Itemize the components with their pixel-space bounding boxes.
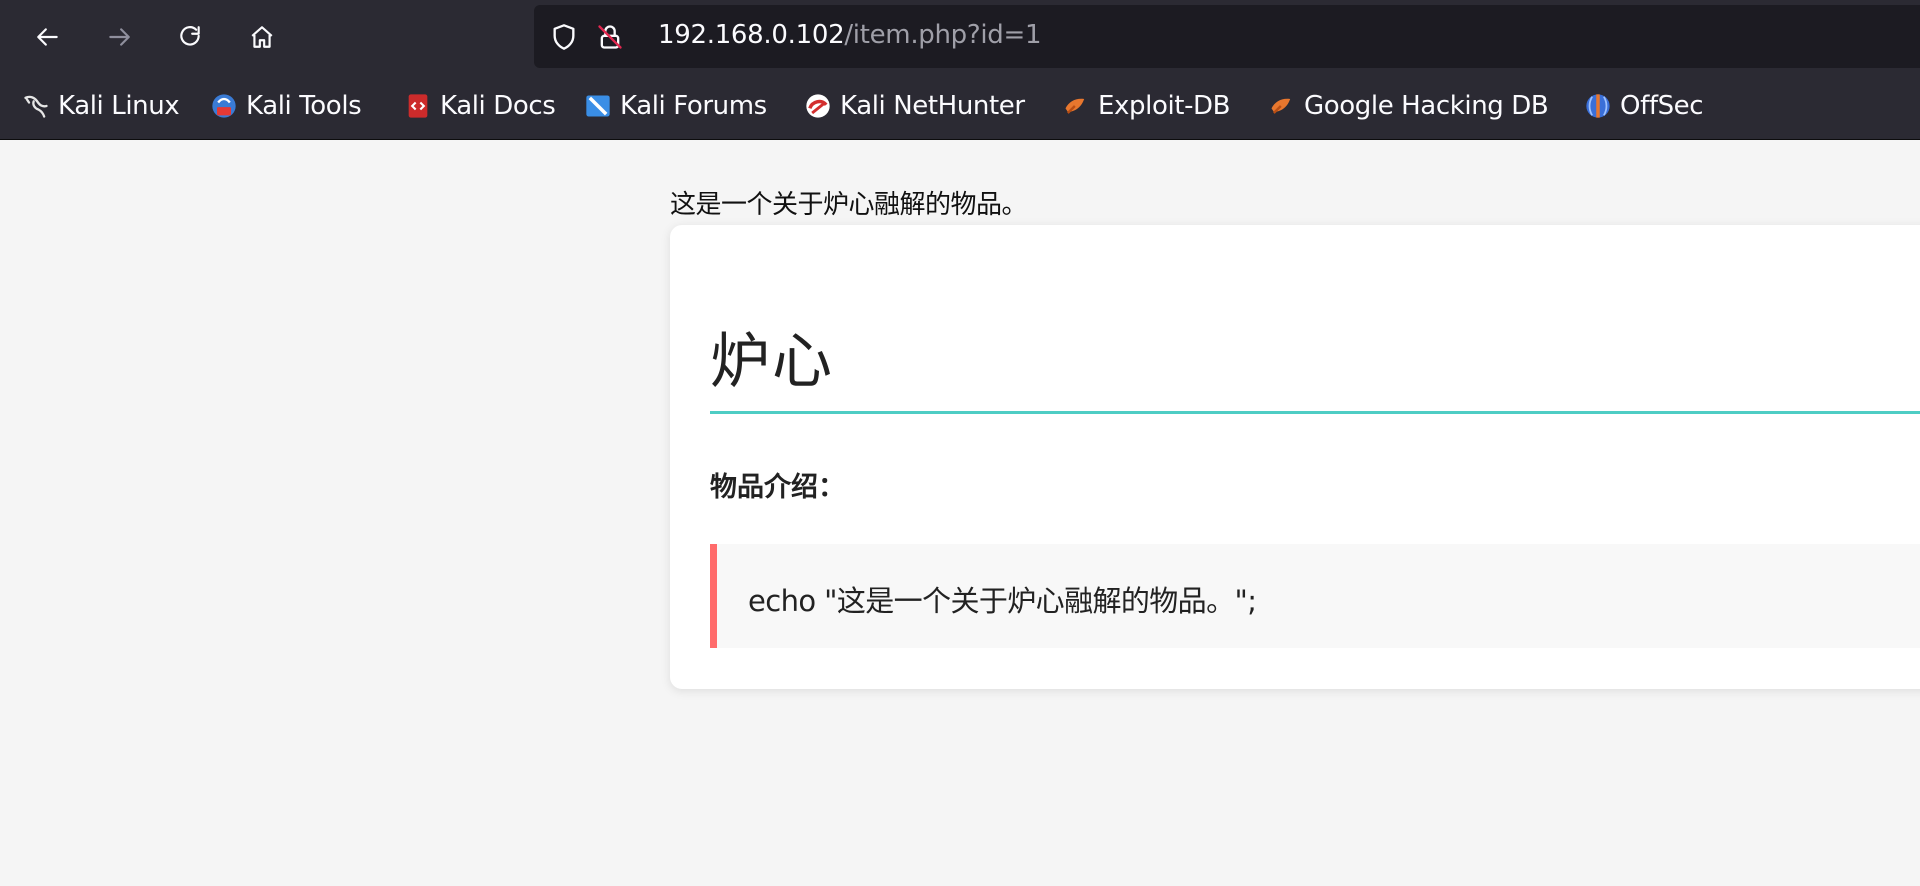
echo-output-text: 这是一个关于炉心融解的物品。 <box>670 190 1028 220</box>
google-hacking-db-icon <box>1271 98 1291 114</box>
insecure-lock-icon[interactable] <box>596 23 624 51</box>
item-title: 炉心 <box>710 327 834 397</box>
bookmark-kali-tools[interactable]: Kali Tools <box>210 88 362 124</box>
address-bar[interactable]: 192.168.0.102/item.php?id=1 <box>534 5 1920 68</box>
item-description-code: echo "这是一个关于炉心融解的物品。"; <box>748 584 1257 618</box>
item-intro-label: 物品介绍： <box>710 472 845 503</box>
back-button[interactable] <box>28 17 68 57</box>
url-text[interactable]: 192.168.0.102/item.php?id=1 <box>658 20 1042 50</box>
kali-docs-icon <box>408 94 428 118</box>
bookmark-label: Google Hacking DB <box>1304 91 1549 121</box>
reload-button[interactable] <box>170 17 210 57</box>
exploit-db-icon <box>1065 98 1085 114</box>
reload-icon <box>180 26 200 46</box>
kali-forums-icon <box>586 95 610 117</box>
kali-nethunter-icon <box>806 94 830 118</box>
kali-dragon-icon <box>24 95 48 118</box>
bookmark-label: Kali Forums <box>620 91 767 121</box>
bookmark-exploit-db[interactable]: Exploit-DB <box>1062 88 1231 124</box>
bookmark-label: Kali Docs <box>440 91 556 121</box>
kali-tools-icon <box>212 94 236 118</box>
home-button[interactable] <box>242 17 282 57</box>
bookmark-google-hacking-db[interactable]: Google Hacking DB <box>1268 88 1549 124</box>
home-icon <box>251 26 273 48</box>
bookmark-kali-forums[interactable]: Kali Forums <box>584 88 767 124</box>
url-host: 192.168.0.102 <box>658 20 845 50</box>
bookmark-label: OffSec <box>1620 91 1704 121</box>
url-path: /item.php?id=1 <box>844 20 1042 50</box>
bookmark-offsec[interactable]: OffSec <box>1584 88 1704 124</box>
bookmark-kali-linux[interactable]: Kali Linux <box>22 88 180 124</box>
arrow-right-icon <box>109 28 130 46</box>
title-divider <box>710 411 1920 414</box>
bookmark-label: Exploit-DB <box>1098 91 1231 121</box>
offsec-icon <box>1586 94 1610 118</box>
arrow-left-icon <box>37 28 58 46</box>
bookmark-label: Kali Tools <box>246 91 362 121</box>
item-card: 炉心 物品介绍： echo "这是一个关于炉心融解的物品。"; <box>670 225 1920 689</box>
bookmark-label: Kali Linux <box>58 91 180 121</box>
bookmark-kali-nethunter[interactable]: Kali NetHunter <box>804 88 1025 124</box>
forward-button[interactable] <box>99 17 139 57</box>
browser-toolbar: 192.168.0.102/item.php?id=1 <box>0 0 1920 74</box>
item-description-block: echo "这是一个关于炉心融解的物品。"; <box>710 544 1920 648</box>
bookmark-kali-docs[interactable]: Kali Docs <box>404 88 556 124</box>
bookmark-label: Kali NetHunter <box>840 91 1025 121</box>
shield-icon[interactable] <box>550 23 578 51</box>
bookmarks-toolbar: Kali Linux Kali Tools Kali Docs Kali For… <box>0 74 1920 140</box>
